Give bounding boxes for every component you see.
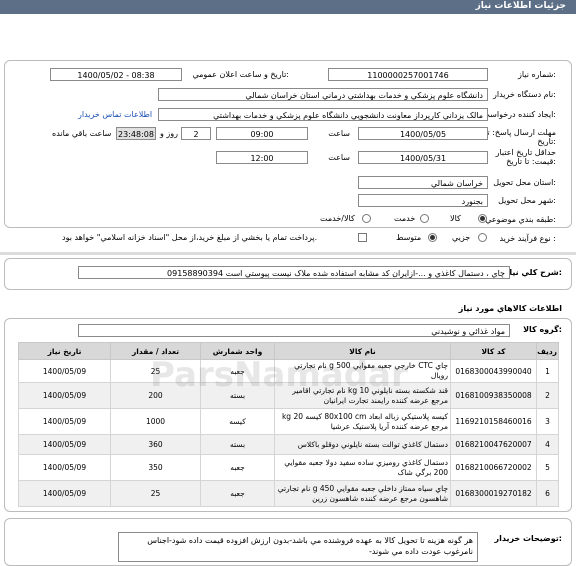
category-radio-goods[interactable] [478, 214, 487, 223]
category-option-service: خدمت [394, 214, 416, 223]
table-row: 3 1169210158460016 کيسه پلاستيکي زباله ا… [18, 408, 559, 435]
category-option-goods: کالا [450, 214, 461, 223]
watermark-logo: ParsNamadar [150, 355, 408, 395]
item-name-cell: دستمال کاغذي توالت بسته نايلوني دوقلو با… [274, 434, 451, 455]
treasury-payment-checkbox[interactable] [358, 233, 367, 242]
response-deadline-label: مهلت ارسال پاسخ: تا تاريخ: [484, 128, 556, 146]
table-row: 6 0168300019270182 چاي سياه ممتاز داخلي … [18, 480, 559, 507]
description-label: شرح کلي نياز: [504, 268, 562, 277]
row-number-cell: 5 [536, 454, 559, 481]
item-name-cell: چاي سياه ممتاز داخلي جعبه مقوايي 450 g ن… [274, 480, 451, 507]
announce-datetime-label: تاريخ و ساعت اعلان عمومي: [192, 70, 289, 79]
need-date-cell: 1400/05/09 [18, 408, 111, 435]
buyer-org-label: نام دستگاه خريدار: [492, 90, 556, 99]
title-bar: جزئيات اطلاعات نياز [0, 0, 576, 14]
need-date-cell: 1400/05/09 [18, 382, 111, 409]
need-date-cell: 1400/05/09 [18, 434, 111, 455]
category-option-goods-service: کالا/خدمت [320, 214, 355, 223]
buyer-notes-field: هر گونه هزينه تا تحويل کالا به عهده فروش… [118, 532, 478, 562]
buyer-notes-label: توضيحات خريدار: [494, 534, 562, 543]
purchase-process-label: نوع فرآيند خريد : [499, 234, 556, 243]
item-code-cell: 0168100938350008 [450, 382, 537, 409]
item-name-cell: دستمال کاغذي روميزي ساده سفيد دولا جعبه … [274, 454, 451, 481]
quantity-cell: 25 [110, 480, 201, 507]
remaining-days-field: 2 [181, 127, 211, 140]
price-validity-date-field: 1400/05/31 [358, 151, 488, 164]
buyer-contact-link[interactable]: اطلاعات تماس خريدار [78, 110, 152, 119]
delivery-province-label: استان محل تحويل: [493, 178, 556, 187]
delivery-city-field: بجنورد [358, 194, 488, 207]
col-header-item-code: کد کالا [450, 342, 537, 360]
row-number-cell: 4 [536, 434, 559, 455]
quantity-cell: 360 [110, 434, 201, 455]
remaining-time-label: ساعت باقي مانده [52, 129, 112, 138]
item-code-cell: 0168210066720002 [450, 454, 537, 481]
table-row: 5 0168210066720002 دستمال کاغذي روميزي س… [18, 454, 559, 481]
category-label: طبقه بندي موضوعي: [485, 215, 556, 224]
need-number-field: 1100000257001746 [328, 68, 488, 81]
table-row: 4 0168210047620007 دستمال کاغذي توالت بس… [18, 434, 559, 455]
item-code-cell: 0168210047620007 [450, 434, 537, 455]
row-number-cell: 6 [536, 480, 559, 507]
unit-cell: بسته [200, 434, 275, 455]
item-code-cell: 0168300043990040 [450, 359, 537, 383]
response-time-field: 09:00 [216, 127, 308, 140]
remaining-time-field: 23:48:08 [116, 127, 156, 140]
item-code-cell: 1169210158460016 [450, 408, 537, 435]
response-time-label: ساعت [328, 129, 350, 138]
item-code-cell: 0168300019270182 [450, 480, 537, 507]
description-field: چاي ، دستمال کاغذي و ...-ازايران کد مشاب… [78, 266, 510, 279]
requester-label: ايجاد کننده درخواست: [482, 110, 556, 119]
need-date-cell: 1400/05/09 [18, 454, 111, 481]
treasury-payment-note: پرداخت تمام يا بخشي از مبلغ خريد،از محل … [62, 233, 318, 242]
category-radio-goods-service[interactable] [362, 214, 371, 223]
price-validity-time-label: ساعت [328, 153, 350, 162]
quantity-cell: 1000 [110, 408, 201, 435]
row-number-cell: 1 [536, 359, 559, 383]
item-name-cell: کيسه پلاستيکي زباله ابعاد 80x100 cm کيسه… [274, 408, 451, 435]
process-option-minor: جزيي [452, 233, 471, 242]
announce-datetime-field: 1400/05/02 - 08:38 [50, 68, 182, 81]
need-date-cell: 1400/05/09 [18, 359, 111, 383]
need-date-cell: 1400/05/09 [18, 480, 111, 507]
row-number-cell: 3 [536, 408, 559, 435]
need-number-label: شماره نياز: [517, 70, 556, 79]
unit-cell: جعبه [200, 454, 275, 481]
section-divider [0, 252, 576, 255]
process-radio-minor[interactable] [478, 233, 487, 242]
quantity-cell: 350 [110, 454, 201, 481]
col-header-need-date: تاريخ نياز [18, 342, 111, 360]
price-validity-label: حداقل تاريخ اعتبار قيمت: تا تاريخ: [495, 148, 556, 166]
category-radio-service[interactable] [420, 214, 429, 223]
requester-field: مالک يزداني کارپرداز معاونت دانشجويي دان… [158, 108, 488, 121]
goods-group-label: گروه کالا: [523, 325, 562, 334]
unit-cell: کيسه [200, 408, 275, 435]
remaining-days-label: روز و [160, 129, 178, 138]
page-title: جزئيات اطلاعات نياز [475, 1, 566, 11]
unit-cell: جعبه [200, 480, 275, 507]
col-header-row-number: رديف [536, 342, 559, 360]
process-radio-medium[interactable] [428, 233, 437, 242]
process-option-medium: متوسط [396, 233, 422, 242]
buyer-org-field: دانشگاه علوم پزشکي و خدمات بهداشتي درمان… [158, 88, 488, 101]
price-validity-time-field: 12:00 [216, 151, 308, 164]
goods-section-title: اطلاعات کالاهاي مورد نياز [458, 304, 562, 313]
delivery-city-label: شهر محل تحويل: [498, 196, 556, 205]
row-number-cell: 2 [536, 382, 559, 409]
delivery-province-field: خراسان شمالي [358, 176, 488, 189]
goods-group-field: مواد غذائي و نوشيدني [78, 324, 510, 337]
response-date-field: 1400/05/05 [358, 127, 488, 140]
